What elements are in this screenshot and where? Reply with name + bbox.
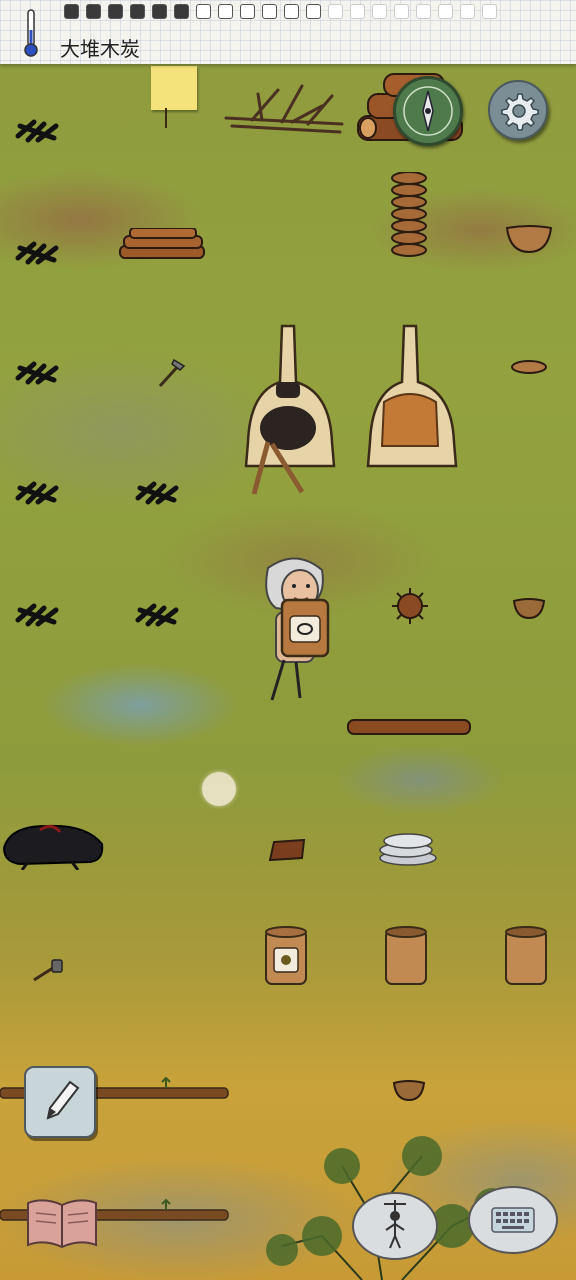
hunger-pip [86, 4, 101, 19]
keyboard-button[interactable] [468, 1186, 558, 1254]
crock-with-seeds[interactable] [262, 924, 310, 988]
hunger-pip [262, 4, 277, 19]
puppet-icon [384, 1200, 406, 1249]
hunger-pip [64, 4, 79, 19]
settings-button[interactable] [488, 80, 548, 140]
gear-icon [501, 93, 539, 131]
charcoal-pile[interactable] [14, 476, 62, 508]
hunger-pip [350, 4, 365, 19]
charcoal-pile[interactable] [14, 114, 62, 146]
clay-bowl[interactable] [504, 222, 554, 254]
thermometer-icon [24, 9, 38, 57]
book-icon [27, 1199, 97, 1249]
hunger-pip [438, 4, 453, 19]
charcoal-pile[interactable] [14, 356, 62, 388]
kiln-loaded[interactable] [362, 322, 460, 470]
hunger-pip [372, 4, 387, 19]
hunger-meter [64, 4, 497, 19]
charcoal-pile[interactable] [14, 236, 62, 268]
top-status-bar: 大堆木炭 [0, 0, 576, 64]
clay-plate[interactable] [510, 358, 548, 376]
clay-tile[interactable] [268, 838, 308, 862]
straight-log[interactable] [346, 716, 472, 738]
charcoal-pile[interactable] [14, 598, 62, 630]
hunger-pip [130, 4, 145, 19]
hunger-pip [218, 4, 233, 19]
hunger-pip [306, 4, 321, 19]
pencil-icon [46, 1080, 80, 1120]
write-note-button[interactable] [24, 1066, 96, 1138]
hunger-pip [152, 4, 167, 19]
empty-crock[interactable] [382, 924, 430, 988]
dead-boar[interactable] [0, 818, 108, 870]
hunger-pip [284, 4, 299, 19]
small-bowl[interactable] [392, 1078, 426, 1102]
stone-hammer[interactable] [30, 958, 64, 984]
compass-icon[interactable] [393, 76, 463, 146]
charcoal-pile[interactable] [134, 476, 182, 508]
player-character[interactable] [256, 554, 336, 704]
hunger-pip [108, 4, 123, 19]
hunger-pip [196, 4, 211, 19]
move-target-indicator [202, 772, 236, 806]
kindling-bundle[interactable] [116, 228, 208, 264]
stone-hatchet[interactable] [156, 358, 186, 388]
small-bowl[interactable] [512, 596, 546, 620]
hunger-pip [460, 4, 475, 19]
hunger-pip [482, 4, 497, 19]
branch-bundle[interactable] [222, 82, 348, 144]
flat-stone-pile[interactable] [376, 830, 440, 868]
sign-post [165, 108, 167, 128]
held-object-label: 大堆木炭 [60, 37, 140, 61]
hunger-pip [328, 4, 343, 19]
burdock-burr[interactable] [390, 586, 430, 626]
charcoal-pile[interactable] [134, 598, 182, 630]
kiln-with-firewood[interactable] [240, 322, 340, 498]
empty-crock[interactable] [502, 924, 550, 988]
hunger-pip [416, 4, 431, 19]
hunger-pip [240, 4, 255, 19]
sign-note[interactable] [151, 66, 197, 110]
hunger-pip [174, 4, 189, 19]
keyboard-icon [491, 1207, 535, 1233]
tech-tree-book-button[interactable] [24, 1195, 100, 1251]
clay-plate-stack[interactable] [388, 172, 430, 258]
hunger-pip [394, 4, 409, 19]
emote-button[interactable] [352, 1192, 438, 1260]
